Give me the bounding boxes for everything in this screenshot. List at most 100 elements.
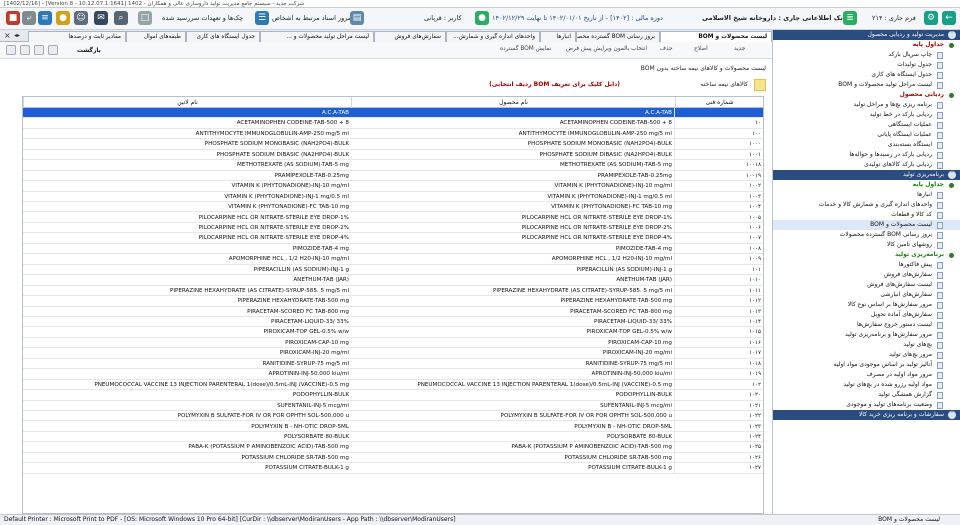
sidebar-item[interactable]: مرور سفارش‌ها و برنامه‌ریزی تولید <box>773 330 960 340</box>
window-icon[interactable]: □ <box>138 11 152 25</box>
sidebar-item[interactable]: جدول تولیدات <box>773 60 960 70</box>
lock-icon[interactable]: ● <box>56 11 70 25</box>
sidebar-item[interactable]: گزارش همشگی تولید <box>773 390 960 400</box>
sidebar-item[interactable]: مرور مواد اولیه در مصرف <box>773 370 960 380</box>
back-icon[interactable]: ← <box>942 11 956 25</box>
header-latin[interactable]: نام لاتین <box>23 97 351 108</box>
sidebar-group[interactable]: ردیابی محصول <box>773 90 960 100</box>
sidebar-item[interactable]: کد کالا و قطعات <box>773 210 960 220</box>
sidebar-item[interactable]: لیست دستور خروج سفارش‌ها <box>773 320 960 330</box>
documents-icon[interactable]: ▤ <box>350 11 364 25</box>
table-row[interactable]: PIRACETAM-LIQUID-33/ 33% PIRACETAM-LIQUID… <box>23 317 763 328</box>
table-row[interactable]: PODOPHYLLIN-BULK PODOPHYLLIN-BULK ۱۰۲۰ <box>23 390 763 401</box>
tab-warehouses[interactable]: انبارها <box>540 31 576 42</box>
table-row[interactable]: PNEUMOCOCCAL VACCINE 13 INJECTION PARENT… <box>23 379 763 391</box>
sidebar-item[interactable]: ایستگاه بسته‌بندی <box>773 140 960 150</box>
table-row[interactable]: ANTITHYMOCYTE IMMUNOGLOBULIN-AMP-250 mg/… <box>23 128 763 140</box>
table-row[interactable]: POTASSIUM CITRATE-BULK-1 g POTASSIUM CITR… <box>23 463 763 474</box>
products-table[interactable]: نام لاتین نام محصول شماره فنی A.C.A-TAB A… <box>22 96 764 514</box>
sidebar-item[interactable]: واحدهای اندازه گیری و شمارش کالا و خدمات <box>773 200 960 210</box>
table-row[interactable]: PIPERAZINE HEXAHYDRATE (AS CITRATE)-SYRU… <box>23 285 763 297</box>
collapse-icon[interactable]: ˄ <box>948 411 956 419</box>
sidebar-item[interactable]: ردیابی بارکد در رسیدها و حواله‌ها <box>773 150 960 160</box>
table-row[interactable]: VITAMIN K (PHYTONADIONE)-INJ-10 mg/ml VIT… <box>23 181 763 192</box>
table-row[interactable]: POTASSIUM CHLORIDE SR-TAB-500 mg POTASSIU… <box>23 452 763 464</box>
search-icon[interactable]: ⌕ <box>114 11 128 25</box>
sidebar-item[interactable]: عملیات ایستگاه پایانی <box>773 130 960 140</box>
docs-icon[interactable]: ☰ <box>255 11 269 25</box>
settings-icon[interactable]: ⚙ <box>924 11 938 25</box>
mail-icon[interactable]: ✉ <box>94 11 108 25</box>
table-row[interactable]: ACETAMINOPHEN CODEINE-TAB-500 + 8 ACETAMI… <box>23 118 763 129</box>
table-row[interactable]: PILOCARPINE HCL OR NITRATE-STERILE EYE D… <box>23 222 763 234</box>
sidebar-group[interactable]: برنامه‌ریزی تولید <box>773 250 960 260</box>
sidebar-item[interactable]: ردیابی بارکد در خط تولید <box>773 110 960 120</box>
user-icon[interactable]: ☺ <box>74 11 88 25</box>
tab-bom-update[interactable]: بروز رسانی BOM گسترده محصو... <box>576 31 660 42</box>
table-row[interactable]: VITAMIN K (PHYTONADIONE)-FC TAB-10 mg VIT… <box>23 202 763 213</box>
table-row[interactable]: PRAMIPEXOLE-TAB-0.25mg PRAMIPEXOLE-TAB-0.… <box>23 170 763 182</box>
table-row[interactable]: PILOCARPINE HCL OR NITRATE-STERILE EYE D… <box>23 212 763 223</box>
table-row[interactable]: POLYSORBATE 80-BULK POLYSORBATE 80-BULK ۱۰… <box>23 431 763 443</box>
bom-view-button[interactable]: نمایش BOM گسترده <box>500 46 551 52</box>
calculator-icon[interactable]: ≡ <box>38 11 52 25</box>
checks-link[interactable]: چک‌ها و تعهدات سررسید شده <box>162 14 243 22</box>
table-row[interactable]: PIMOZIDE-TAB-4 mg PIMOZIDE-TAB-4 mg ۱۰۰۸ <box>23 243 763 255</box>
table-row[interactable]: SUFENTANIL-INJ-5 mcg/ml SUFENTANIL-INJ-5 … <box>23 400 763 412</box>
sidebar-group[interactable]: جداول پایه <box>773 180 960 190</box>
delete-button[interactable]: حذف <box>660 46 673 52</box>
sidebar-item[interactable]: لیست محصولات و BOM <box>773 220 960 230</box>
sidebar-item[interactable]: ردیابی بارکد کالاهای تولیدی <box>773 160 960 170</box>
tab-constants[interactable]: مقادیر ثابت و درصدها <box>28 31 126 42</box>
collapse-icon[interactable]: ˄ <box>948 31 956 39</box>
sidebar-item[interactable]: پیش فاکتورها <box>773 260 960 270</box>
table-row[interactable]: APROTININ-INJ-50,000 kiu/ml APROTININ-INJ… <box>23 369 763 380</box>
sidebar-item[interactable]: بروز رسانی BOM گسترده محصولات <box>773 230 960 240</box>
filter-icon[interactable] <box>34 45 44 55</box>
tab-units[interactable]: واحدهای اندازه گیری و شمارش... <box>446 31 540 42</box>
sidebar-item[interactable]: سفارش‌های انبارشی <box>773 290 960 300</box>
tab-work-stations[interactable]: جدول ایستگاه های کاری <box>186 31 260 42</box>
sidebar-item[interactable]: لیست مراحل تولید محصولات و BOM <box>773 80 960 90</box>
docs-link[interactable]: مرور اسناد مرتبط به اشخاص <box>272 14 351 22</box>
sidebar-header-planning[interactable]: ˄ برنامه‌ریزی تولید <box>773 170 960 180</box>
close-tab-icon[interactable]: × <box>4 31 11 40</box>
tab-scroll-icon[interactable]: ◂▸ <box>14 32 20 39</box>
table-row[interactable]: VITAMIN K (PHYTONADIONE)-INJ-1 mg/0.5 ml… <box>23 191 763 203</box>
defaults-button[interactable]: انتخاب بالمون ویرایش پیش فرض <box>566 46 647 52</box>
table-row[interactable]: PIROXICAM-TOP GEL-0.5% w/w PIROXICAM-TOP … <box>23 327 763 338</box>
tab-asset-classes[interactable]: طبقه‌های اموال <box>126 31 186 42</box>
tab-product-list[interactable]: لیست محصولات و BOM <box>660 31 772 42</box>
table-row[interactable]: POLYMYXIN B SULFATE-FOR IV OR FOR OPHTH … <box>23 411 763 422</box>
correct-button[interactable]: اصلاح <box>694 46 708 52</box>
sidebar-item[interactable]: وضعیت برنامه‌های تولید و موجودی <box>773 400 960 410</box>
table-row[interactable]: PIROXICAM-CAP-10 mg PIROXICAM-CAP-10 mg ۱۰… <box>23 337 763 349</box>
copy-icon[interactable] <box>48 45 58 55</box>
sidebar-item[interactable]: سفارش‌های آماده تحویل <box>773 310 960 320</box>
sidebar-item[interactable]: روشهای تامین کالا <box>773 240 960 250</box>
sidebar-item[interactable]: بچ‌های تولید <box>773 340 960 350</box>
table-row[interactable]: ANETHUM-TAB (JAR) ANETHUM-TAB (JAR) ۱۰۱۰ <box>23 275 763 286</box>
sidebar-item[interactable]: جدول ایستگاه های کاری <box>773 70 960 80</box>
sidebar-item[interactable]: مرور سفارش‌ها بر اساس نوع کالا <box>773 300 960 310</box>
sidebar-item[interactable]: آنالیز تولید بر اساس موجودی مواد اولیه <box>773 360 960 370</box>
table-row[interactable]: PIPERACILLIN (AS SODIUM)-INJ-1 g PIPERACI… <box>23 264 763 276</box>
sidebar-item[interactable]: عملیات ایستگاهی <box>773 120 960 130</box>
sidebar-item[interactable]: چاپ سریال بارکد <box>773 50 960 60</box>
close-app-icon[interactable]: ■ <box>6 11 20 25</box>
table-row[interactable]: PILOCARPINE HCL OR NITRATE-STERILE EYE D… <box>23 233 763 244</box>
table-row[interactable]: POLYMYXIN B - NH-OTIC DROP-5ML POLYMYXIN … <box>23 421 763 432</box>
tab-production-steps[interactable]: لیست مراحل تولید محصولات و ... <box>260 31 374 42</box>
table-row[interactable]: PIRACETAM-SCORED FC TAB-800 mg PIRACETAM-… <box>23 306 763 317</box>
exit-icon[interactable]: ⤶ <box>22 11 36 25</box>
sidebar-item[interactable]: برنامه ریزی بچ‌ها و مراحل تولید <box>773 100 960 110</box>
sidebar-item[interactable]: سفارش‌های فروش <box>773 270 960 280</box>
print-icon[interactable] <box>6 45 16 55</box>
tab-sales-orders[interactable]: سفارش‌های فروش <box>374 31 446 42</box>
new-button[interactable]: جدید <box>734 46 745 52</box>
table-row[interactable]: A.C.A-TAB A.C.A-TAB <box>23 108 763 119</box>
sidebar-item[interactable]: مرور بچ‌های تولید <box>773 350 960 360</box>
excel-icon[interactable] <box>20 45 30 55</box>
table-row[interactable]: PHOSPHATE SODIUM DIBASIC (NA2HPO4)-BULK P… <box>23 149 763 161</box>
header-code[interactable]: شماره فنی <box>675 97 763 108</box>
